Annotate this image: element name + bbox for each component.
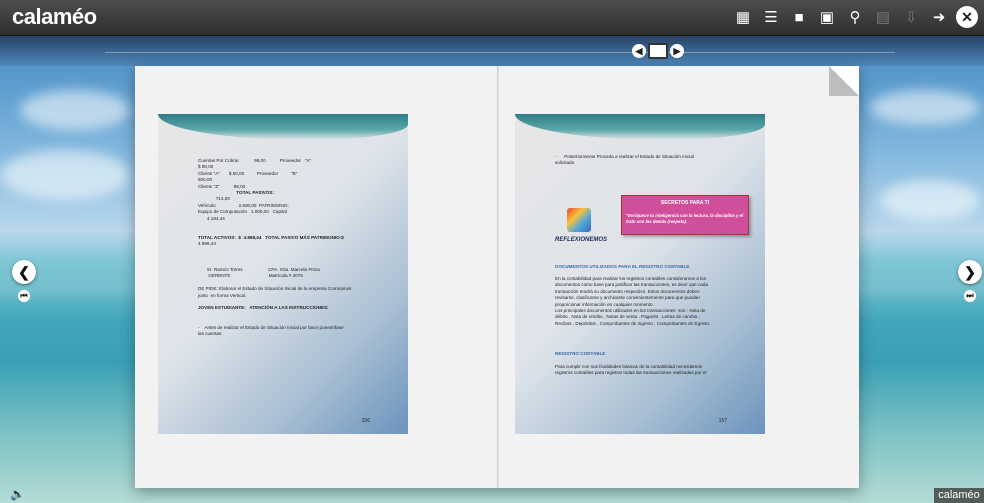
minimap-prev-icon[interactable]: ◀ <box>632 44 646 58</box>
secrets-box-text: "Enriquece tu inteligencia con la lectur… <box>626 213 744 224</box>
section-registro-text: Para cumplir con sus finalidades básicas… <box>555 364 706 377</box>
right-page-intro: - Posteriormente Proceda a realizar el E… <box>555 154 694 167</box>
page-header-wave <box>158 114 408 140</box>
minimap: ◀ ▶ <box>632 43 684 59</box>
section-documents-title: DOCUMENTOS UTILIZADOS PARA EL REGISTRO C… <box>555 264 690 269</box>
section-registro-title: REGISTRO CONTABLE <box>555 351 606 356</box>
text-line: solicitado. <box>555 160 576 166</box>
page-corner-fold[interactable] <box>829 66 859 96</box>
first-page-icon[interactable]: ⏮ <box>18 290 30 302</box>
search-icon[interactable]: ⚲ <box>844 6 866 28</box>
section-documents-text: En la contabilidad para realizar los reg… <box>555 276 710 327</box>
right-page-number: 157 <box>718 418 727 424</box>
close-icon[interactable]: ✕ <box>956 6 978 28</box>
reflection-label: REFLEXIONEMOS <box>555 237 608 243</box>
text-line: débito , Nota de crédito , Notas de vent… <box>555 314 700 320</box>
calameo-logo[interactable]: calaméo <box>12 4 97 30</box>
print-icon[interactable]: ▤ <box>872 6 894 28</box>
top-toolbar: calaméo ▦ ☰ ■ ▣ ⚲ ▤ ⇩ ➜ ✕ <box>0 0 984 36</box>
share-icon[interactable]: ➜ <box>928 6 950 28</box>
text-line: las cuentas. <box>198 330 223 336</box>
page-header-wave <box>515 114 765 140</box>
left-page-text: Cuentas Por Cobrar 98,00 Proveedor "A" $ … <box>198 158 351 337</box>
open-book: Cuentas Por Cobrar 98,00 Proveedor "A" $ … <box>135 66 859 488</box>
next-page-icon[interactable]: ❯ <box>958 260 982 284</box>
minimap-book-icon[interactable] <box>648 43 668 59</box>
minimap-next-icon[interactable]: ▶ <box>670 44 684 58</box>
secrets-box-title: SECRETOS PARA TI <box>660 200 710 206</box>
text-line: revisarse, clasificarse y archivarse con… <box>555 295 700 301</box>
text-line: TOTAL ACTIVOS: $ 4.898,44 TOTAL PASIVO M… <box>198 234 344 240</box>
secrets-box: SECRETOS PARA TI "Enriquece tu inteligen… <box>621 195 749 235</box>
fullscreen-icon[interactable]: ■ <box>788 6 810 28</box>
text-line: registros contables para registrar todas… <box>555 370 707 376</box>
sound-icon[interactable]: 🔈 <box>10 487 25 501</box>
reflection-image <box>567 208 591 232</box>
book-icon[interactable]: ▦ <box>732 6 754 28</box>
progress-line <box>105 52 895 53</box>
prev-page-icon[interactable]: ❮ <box>12 260 36 284</box>
zoom-page-icon[interactable]: ▣ <box>816 6 838 28</box>
last-page-icon[interactable]: ⏭ <box>964 290 976 302</box>
text-line: JOVEN ESTUDIANTE: ATENCIÓN A LAS INSTRUC… <box>198 305 329 311</box>
text-line: - Posteriormente Proceda a realizar el E… <box>555 154 694 159</box>
text-line: Recibos , Depósitos , Comprobantes de In… <box>555 320 711 326</box>
footer-brand[interactable]: calaméo <box>934 488 984 503</box>
download-icon[interactable]: ⇩ <box>900 6 922 28</box>
toolbar-icons: ▦ ☰ ■ ▣ ⚲ ▤ ⇩ ➜ ✕ <box>732 6 978 28</box>
left-page-number: 156 <box>361 418 370 424</box>
minimap-band <box>0 36 984 66</box>
text-line: DE PIDE: Elaborar el Estado de Situación… <box>198 286 352 292</box>
left-page[interactable]: Cuentas Por Cobrar 98,00 Proveedor "A" $ … <box>158 114 408 434</box>
list-icon[interactable]: ☰ <box>760 6 782 28</box>
book-spine <box>497 66 499 488</box>
text-line: documentos como base para justificar las… <box>555 282 708 288</box>
right-page[interactable]: - Posteriormente Proceda a realizar el E… <box>515 114 765 434</box>
